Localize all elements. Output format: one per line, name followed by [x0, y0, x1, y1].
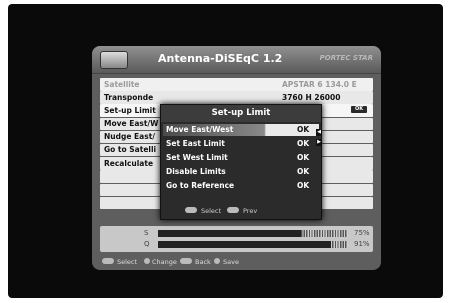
menu-item-label: Set-up Limit [104, 105, 156, 115]
popup-item-value: OK [297, 125, 310, 134]
help-save: Save [223, 258, 239, 266]
popup-item-label: Set East Limit [166, 139, 225, 148]
signal-percent: 75% [354, 229, 370, 237]
signal-fill [158, 241, 331, 248]
menu-item-value: APSTAR 6 134.0 E [282, 79, 357, 89]
signal-label: S [144, 229, 149, 237]
help-change: Change [152, 258, 177, 266]
popup-item-label: Go to Reference [166, 181, 235, 190]
popup-item-go-to-reference[interactable]: Go to Reference OK [163, 180, 319, 192]
signal-fill [158, 230, 301, 237]
signal-panel: S 75% Q 91% [100, 226, 373, 252]
menu-item-label: Recalculate [104, 158, 154, 168]
popup-key-help: Select Prev [161, 205, 321, 217]
popup-item-value: OK [297, 153, 310, 162]
signal-strength: S 75% [100, 228, 373, 239]
exit-key-icon [180, 258, 192, 264]
popup-item-label: Disable Limits [166, 167, 226, 176]
help-back: Back [195, 258, 211, 266]
popup-item-label: Set West Limit [166, 153, 228, 162]
popup-item-set-east-limit[interactable]: Set East Limit OK [163, 138, 319, 150]
save-key-icon [214, 258, 220, 264]
popup-item-value: OK [297, 181, 310, 190]
popup-item-value: OK [297, 167, 310, 176]
menu-item-label: Satellite [104, 79, 140, 89]
back-key-icon [227, 207, 239, 213]
menu-item-value: 3760 H 26000 [282, 92, 341, 102]
arrow-key-icon [144, 258, 150, 264]
tv-bezel: Antenna-DiSEqC 1.2 PORTEC STAR Satellite… [8, 4, 443, 298]
ok-key-icon [185, 207, 197, 213]
osd-screen: Antenna-DiSEqC 1.2 PORTEC STAR Satellite… [92, 46, 381, 270]
menu-item-satellite[interactable]: Satellite APSTAR 6 134.0 E [100, 78, 373, 91]
signal-quality: Q 91% [100, 239, 373, 250]
popup-item-disable-limits[interactable]: Disable Limits OK [163, 166, 319, 178]
help-prev: Prev [243, 207, 258, 215]
setup-limit-popup: Set-up Limit Move East/West OK ◀▶ Set Ea… [160, 104, 322, 220]
antenna-icon [100, 51, 128, 69]
popup-title: Set-up Limit [161, 105, 321, 122]
title-bar: Antenna-DiSEqC 1.2 PORTEC STAR [92, 46, 381, 74]
menu-item-label: Transponde [104, 92, 154, 102]
window-title: Antenna-DiSEqC 1.2 [158, 52, 283, 65]
brand-logo: PORTEC STAR [319, 54, 373, 62]
help-select: Select [117, 258, 138, 266]
signal-percent: 91% [354, 240, 370, 248]
signal-label: Q [144, 240, 150, 248]
menu-item-label: Go to Satelli [104, 145, 157, 155]
signal-bar [158, 241, 348, 248]
menu-item-label: Move East/W [104, 119, 159, 129]
popup-item-label: Move East/West [166, 125, 234, 134]
signal-bar [158, 230, 348, 237]
popup-item-value: OK [297, 139, 310, 148]
ok-button[interactable]: OK [351, 106, 367, 114]
arrow-left-icon[interactable]: ◀ [316, 129, 322, 136]
key-help-bar: Select Change Back Save [100, 256, 373, 268]
menu-item-transponder[interactable]: Transponde 3760 H 26000 [100, 91, 373, 104]
help-select: Select [201, 207, 222, 215]
popup-item-set-west-limit[interactable]: Set West Limit OK [163, 152, 319, 164]
menu-item-label: Nudge East/ [104, 132, 156, 142]
popup-item-move-east-west[interactable]: Move East/West OK ◀▶ [163, 124, 322, 146]
ok-key-icon [102, 258, 114, 264]
